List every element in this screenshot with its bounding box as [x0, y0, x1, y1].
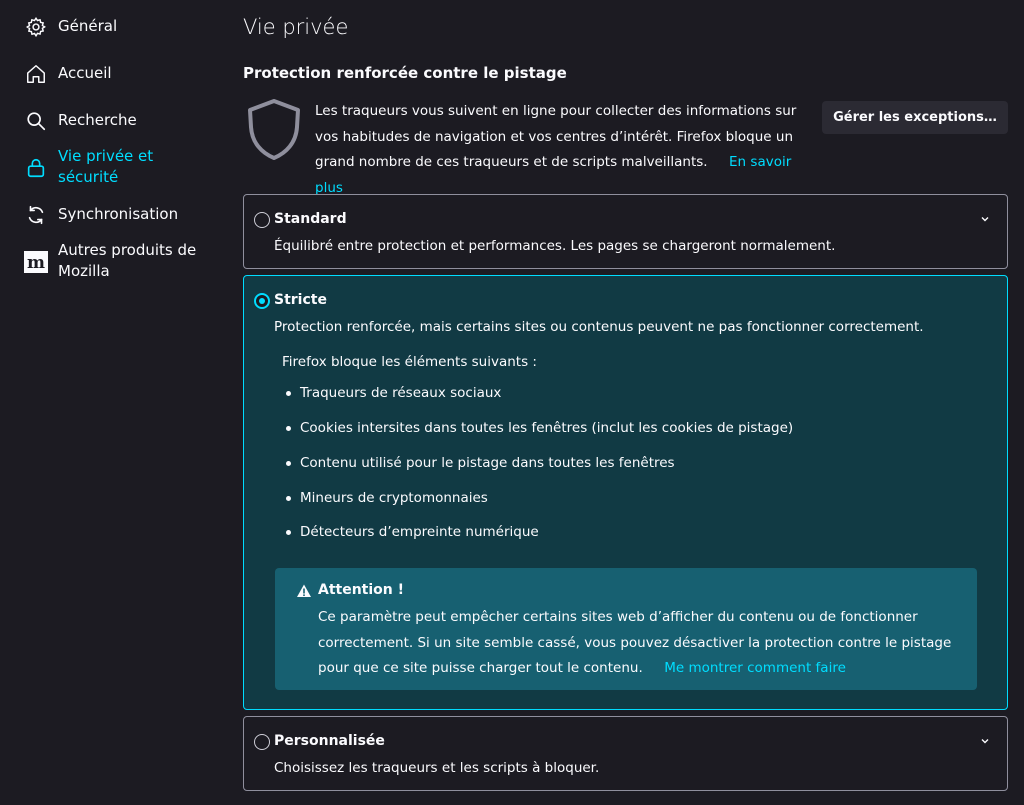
- warning-icon: [297, 584, 311, 597]
- manage-exceptions-button[interactable]: Gérer les exceptions…: [822, 101, 1008, 134]
- home-icon: [24, 62, 48, 86]
- sidebar-item-label: Général: [58, 17, 118, 35]
- gear-icon: [24, 15, 48, 39]
- sidebar: Général Accueil Recherche Vie privée et …: [0, 0, 220, 805]
- list-item: Mineurs de cryptomonnaies: [282, 490, 488, 506]
- page-title: Vie privée: [243, 15, 349, 39]
- warning-text: Ce paramètre peut empêcher certains site…: [318, 609, 952, 676]
- strict-description: Protection renforcée, mais certains site…: [274, 319, 924, 335]
- custom-description: Choisissez les traqueurs et les scripts …: [274, 760, 600, 776]
- sidebar-item-label: Vie privée et sécurité: [58, 147, 154, 186]
- sidebar-item-label: Autres produits de Mozilla: [58, 241, 197, 280]
- standard-radio[interactable]: [254, 212, 270, 228]
- section-title: Protection renforcée contre le pistage: [243, 64, 567, 82]
- sidebar-item-mozilla-products[interactable]: m Autres produits de Mozilla: [24, 240, 204, 282]
- sidebar-item-search[interactable]: Recherche: [24, 110, 204, 133]
- sidebar-item-general[interactable]: Général: [24, 16, 204, 39]
- chevron-down-icon[interactable]: [979, 735, 991, 747]
- option-standard[interactable]: Standard Équilibré entre protection et p…: [243, 194, 1008, 269]
- sidebar-item-label: Accueil: [58, 64, 112, 82]
- standard-description: Équilibré entre protection et performanc…: [274, 238, 836, 254]
- sidebar-item-home[interactable]: Accueil: [24, 63, 204, 86]
- strict-radio[interactable]: [254, 293, 270, 309]
- warning-title: Attention !: [318, 582, 405, 598]
- sidebar-item-sync[interactable]: Synchronisation: [24, 204, 204, 227]
- svg-text:m: m: [27, 253, 45, 273]
- intro-text: Les traqueurs vous suivent en ligne pour…: [315, 103, 797, 170]
- option-custom[interactable]: Personnalisée Choisissez les traqueurs e…: [243, 716, 1008, 791]
- mozilla-logo-icon: m: [24, 250, 48, 274]
- option-strict[interactable]: Stricte Protection renforcée, mais certa…: [243, 275, 1008, 710]
- bullet-dot: [286, 390, 291, 396]
- list-item: Détecteurs d’empreinte numérique: [282, 524, 539, 540]
- lock-icon: [24, 156, 48, 180]
- list-item: Contenu utilisé pour le pistage dans tou…: [282, 455, 675, 471]
- bullet-dot: [286, 425, 291, 431]
- shield-icon: [248, 99, 300, 160]
- warning-box: Attention ! Ce paramètre peut empêcher c…: [275, 568, 977, 690]
- list-item: Traqueurs de réseaux sociaux: [282, 385, 501, 401]
- custom-title: Personnalisée: [274, 733, 385, 749]
- bullet-dot: [286, 529, 291, 535]
- show-me-how-link[interactable]: Me montrer comment faire: [664, 660, 846, 676]
- blocks-heading: Firefox bloque les éléments suivants :: [282, 354, 537, 370]
- sidebar-item-label: Recherche: [58, 111, 137, 129]
- standard-title: Standard: [274, 211, 347, 227]
- search-icon: [24, 109, 48, 133]
- tracking-intro: Les traqueurs vous suivent en ligne pour…: [315, 99, 815, 201]
- sidebar-item-label: Synchronisation: [58, 205, 179, 223]
- strict-title: Stricte: [274, 292, 327, 308]
- sync-icon: [24, 203, 48, 227]
- chevron-down-icon[interactable]: [979, 213, 991, 225]
- custom-radio[interactable]: [254, 734, 270, 750]
- bullet-dot: [286, 460, 291, 466]
- bullet-dot: [286, 495, 291, 501]
- sidebar-item-privacy[interactable]: Vie privée et sécurité: [24, 146, 204, 188]
- list-item: Cookies intersites dans toutes les fenêt…: [282, 420, 793, 436]
